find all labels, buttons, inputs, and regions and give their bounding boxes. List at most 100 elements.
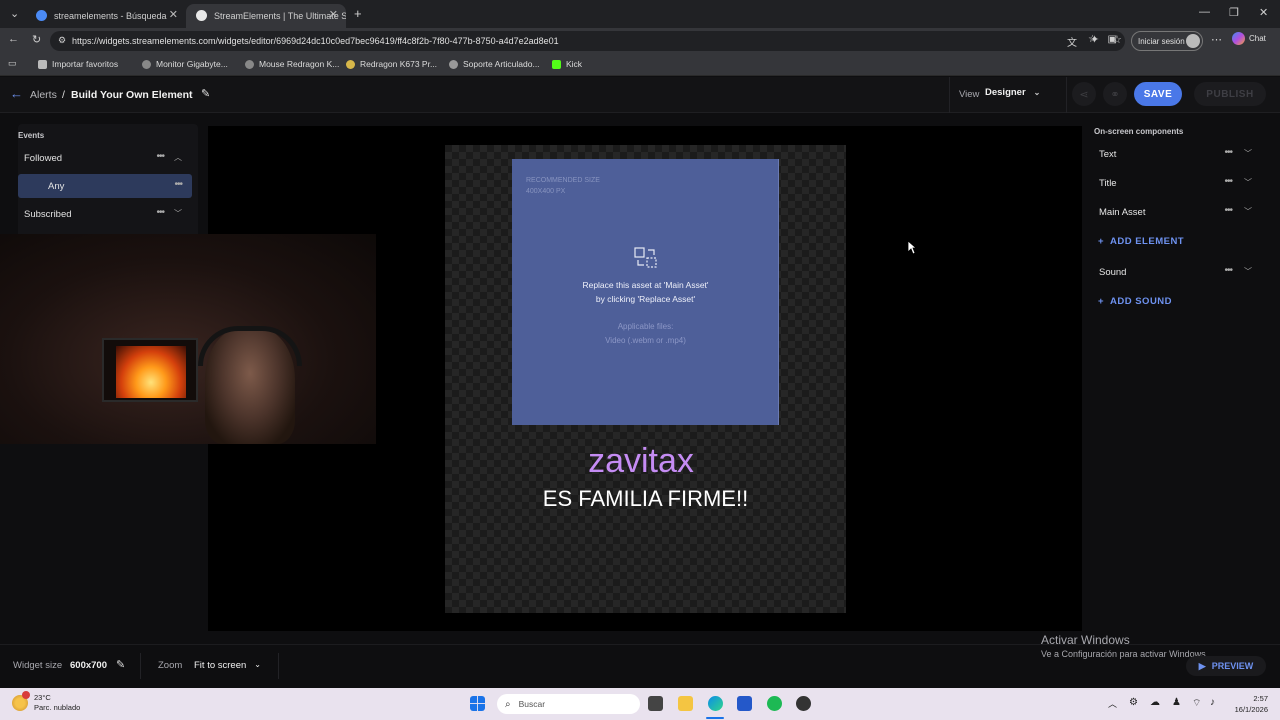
edit-size-icon[interactable]: ✎ <box>116 658 125 671</box>
bookmarks-bar: ▭ Importar favoritos Monitor Gigabyte...… <box>0 54 1280 76</box>
bookmark-monitor[interactable]: Monitor Gigabyte... <box>142 59 228 69</box>
zoom-select[interactable]: Fit to screen ⌄ <box>194 660 261 671</box>
event-label: Subscribed <box>24 208 72 220</box>
add-element-button[interactable]: + ADD ELEMENT <box>1098 236 1184 247</box>
events-section-title: Events <box>18 131 45 140</box>
publish-button[interactable]: PUBLISH <box>1194 82 1266 106</box>
component-sound[interactable]: Sound ••• ﹀ <box>1094 260 1266 284</box>
close-window-icon[interactable]: ✕ <box>1259 6 1268 19</box>
view-mode-select[interactable]: Designer ⌄ <box>985 87 1040 98</box>
more-options-icon[interactable]: ••• <box>1224 205 1232 216</box>
link-icon: ⚭ <box>1110 88 1120 101</box>
tab-streamelements[interactable]: StreamElements | The Ultimate St ✕ <box>186 4 346 28</box>
signin-button[interactable]: Iniciar sesión <box>1131 31 1203 51</box>
app-icon[interactable] <box>796 696 811 711</box>
main-asset-placeholder[interactable]: RECOMMENDED SIZE 400X400 PX Replace this… <box>512 159 779 425</box>
asset-instructions-line2: by clicking 'Replace Asset' <box>595 294 696 304</box>
windows-start-icon[interactable] <box>470 696 485 711</box>
breadcrumb-alerts[interactable]: Alerts <box>30 89 57 101</box>
edit-pencil-icon[interactable]: ✎ <box>201 87 210 100</box>
maximize-icon[interactable]: ❐ <box>1229 6 1239 19</box>
share-button[interactable]: ⋖ <box>1072 82 1096 106</box>
bookmark-keyboard[interactable]: Redragon K673 Pr... <box>346 59 437 69</box>
chevron-down-icon[interactable]: ﹀ <box>1244 266 1252 277</box>
file-explorer-icon[interactable] <box>678 696 693 711</box>
component-label: Sound <box>1099 266 1127 278</box>
copilot-chat-button[interactable]: Chat <box>1232 32 1266 45</box>
bookmark-stand[interactable]: Soporte Articulado... <box>449 59 540 69</box>
link-button[interactable]: ⚭ <box>1103 82 1127 106</box>
more-options-icon[interactable]: ••• <box>156 207 164 218</box>
extensions-icon[interactable]: ✦ <box>1090 33 1099 46</box>
bookmark-import[interactable]: Importar favoritos <box>38 59 118 69</box>
save-button[interactable]: SAVE <box>1134 82 1182 106</box>
headset <box>198 326 302 366</box>
tab-search-icon[interactable]: ⌄ <box>10 7 19 20</box>
more-options-icon[interactable]: ••• <box>1224 176 1232 187</box>
url-text: https://widgets.streamelements.com/widge… <box>72 36 559 46</box>
tab-search[interactable]: streamelements - Búsqueda ✕ <box>26 4 186 28</box>
alert-message-text[interactable]: ES FAMILIA FIRME!! <box>445 486 846 512</box>
new-tab-icon[interactable]: + <box>354 6 362 21</box>
reload-icon[interactable]: ↻ <box>32 33 41 46</box>
volume-icon[interactable]: ♪ <box>1210 697 1215 708</box>
close-tab-icon[interactable]: ✕ <box>329 8 338 21</box>
chevron-down-icon[interactable]: ﹀ <box>174 208 182 219</box>
tray-app-icon[interactable]: ☁ <box>1150 697 1160 708</box>
notification-badge <box>22 691 30 699</box>
zoom-value: Fit to screen <box>194 660 247 671</box>
add-sound-button[interactable]: + ADD SOUND <box>1098 296 1172 307</box>
component-text[interactable]: Text ••• ﹀ <box>1094 142 1266 166</box>
tab-title: StreamElements | The Ultimate St <box>214 11 346 21</box>
preview-button[interactable]: ▶ PREVIEW <box>1186 656 1266 676</box>
weather-text: Parc. nublado <box>34 703 81 712</box>
close-tab-icon[interactable]: ✕ <box>169 8 178 21</box>
browser-tab-bar: ⌄ streamelements - Búsqueda ✕ StreamElem… <box>0 0 1280 28</box>
component-title[interactable]: Title ••• ﹀ <box>1094 171 1266 195</box>
bookmark-mouse[interactable]: Mouse Redragon K... <box>245 59 339 69</box>
components-section-title: On-screen components <box>1094 127 1184 136</box>
translate-icon[interactable]: 文 <box>1067 34 1077 49</box>
event-subscribed[interactable]: Subscribed ••• ﹀ <box>18 202 192 226</box>
back-icon[interactable]: ← <box>8 33 19 45</box>
minimize-icon[interactable]: — <box>1199 6 1210 18</box>
event-followed[interactable]: Followed ••• ︿ <box>18 146 192 170</box>
alert-name-text[interactable]: zavitax <box>445 442 837 481</box>
spotify-icon[interactable] <box>767 696 782 711</box>
menu-dots-icon[interactable]: ⋯ <box>1211 33 1222 46</box>
play-icon: ▶ <box>1198 660 1206 671</box>
component-main-asset[interactable]: Main Asset ••• ﹀ <box>1094 200 1266 224</box>
task-view-icon[interactable] <box>648 696 663 711</box>
back-arrow-icon[interactable]: ← <box>10 86 23 101</box>
wifi-icon[interactable]: ⌔ <box>1192 697 1201 710</box>
store-icon[interactable] <box>737 696 752 711</box>
bookmark-kick[interactable]: Kick <box>552 59 582 69</box>
sidebar-toggle-icon[interactable]: ▭ <box>8 58 17 69</box>
edge-browser-icon[interactable] <box>708 696 723 711</box>
url-input[interactable]: ⚙ https://widgets.streamelements.com/wid… <box>50 31 1125 51</box>
clock[interactable]: 2:57 16/1/2026 <box>1224 693 1268 715</box>
chevron-down-icon[interactable]: ﹀ <box>1244 206 1252 217</box>
store-icon <box>449 59 458 69</box>
recommended-size-note: RECOMMENDED SIZE 400X400 PX <box>526 177 600 195</box>
more-options-icon[interactable]: ••• <box>1224 147 1232 158</box>
more-options-icon[interactable]: ••• <box>1224 265 1232 276</box>
component-label: Title <box>1099 177 1117 189</box>
site-info-icon[interactable]: ⚙ <box>58 35 66 46</box>
chevron-down-icon[interactable]: ﹀ <box>1244 177 1252 188</box>
divider <box>140 653 141 679</box>
favorites-icon[interactable]: ☆ <box>1112 33 1122 46</box>
plus-icon: + <box>1098 296 1105 307</box>
chevron-down-icon[interactable]: ﹀ <box>1244 148 1252 159</box>
more-options-icon[interactable]: ••• <box>174 179 182 190</box>
more-options-icon[interactable]: ••• <box>156 151 164 162</box>
globe-icon <box>142 59 151 69</box>
chevron-up-icon[interactable]: ︿ <box>1108 697 1117 710</box>
event-variant-any[interactable]: Any ••• <box>18 174 192 198</box>
tray-app-icon[interactable]: ⚙ <box>1129 697 1138 708</box>
chevron-up-icon[interactable]: ︿ <box>174 152 182 163</box>
divider <box>949 77 950 113</box>
tray-app-icon[interactable]: ♟ <box>1172 697 1181 708</box>
taskbar-search-input[interactable]: ⌕ Buscar <box>497 694 640 714</box>
event-label: Followed <box>24 152 63 164</box>
